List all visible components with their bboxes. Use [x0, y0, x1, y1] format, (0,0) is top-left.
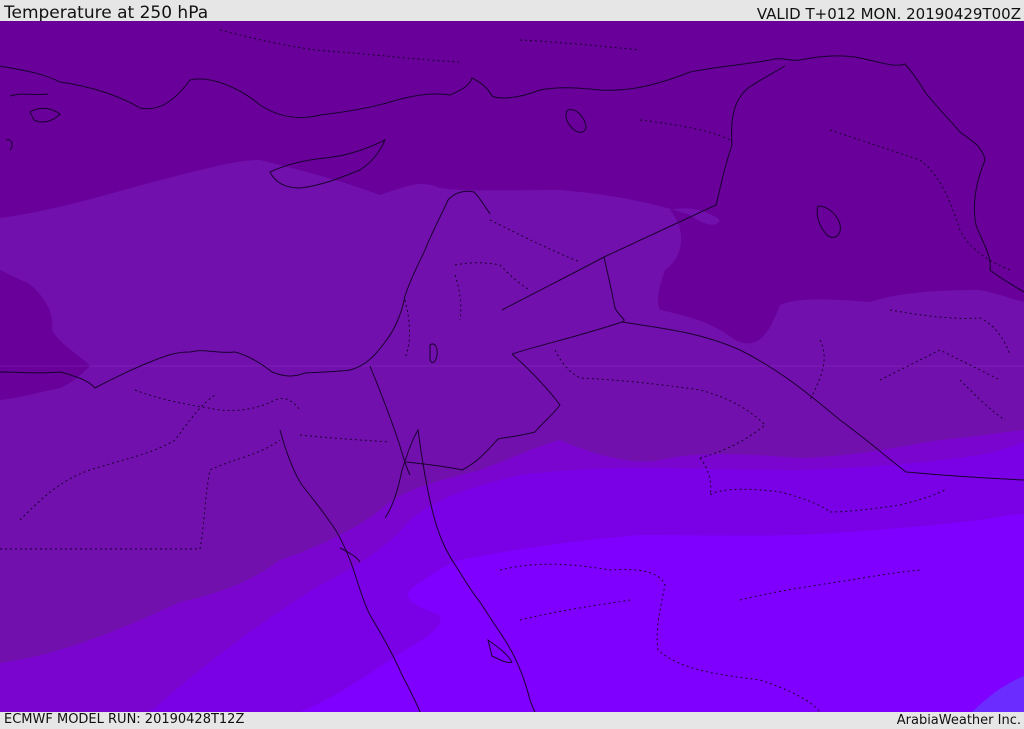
temperature-map[interactable] — [0, 21, 1024, 712]
model-run-label: ECMWF MODEL RUN: 20190428T12Z — [4, 712, 245, 727]
credit-label: ArabiaWeather Inc. — [896, 713, 1021, 728]
map-title: Temperature at 250 hPa — [4, 3, 209, 23]
footer-bar: ECMWF MODEL RUN: 20190428T12Z ArabiaWeat… — [0, 712, 1024, 729]
header-bar: Temperature at 250 hPa VALID T+012 MON. … — [0, 0, 1024, 23]
map-canvas — [0, 21, 1024, 712]
